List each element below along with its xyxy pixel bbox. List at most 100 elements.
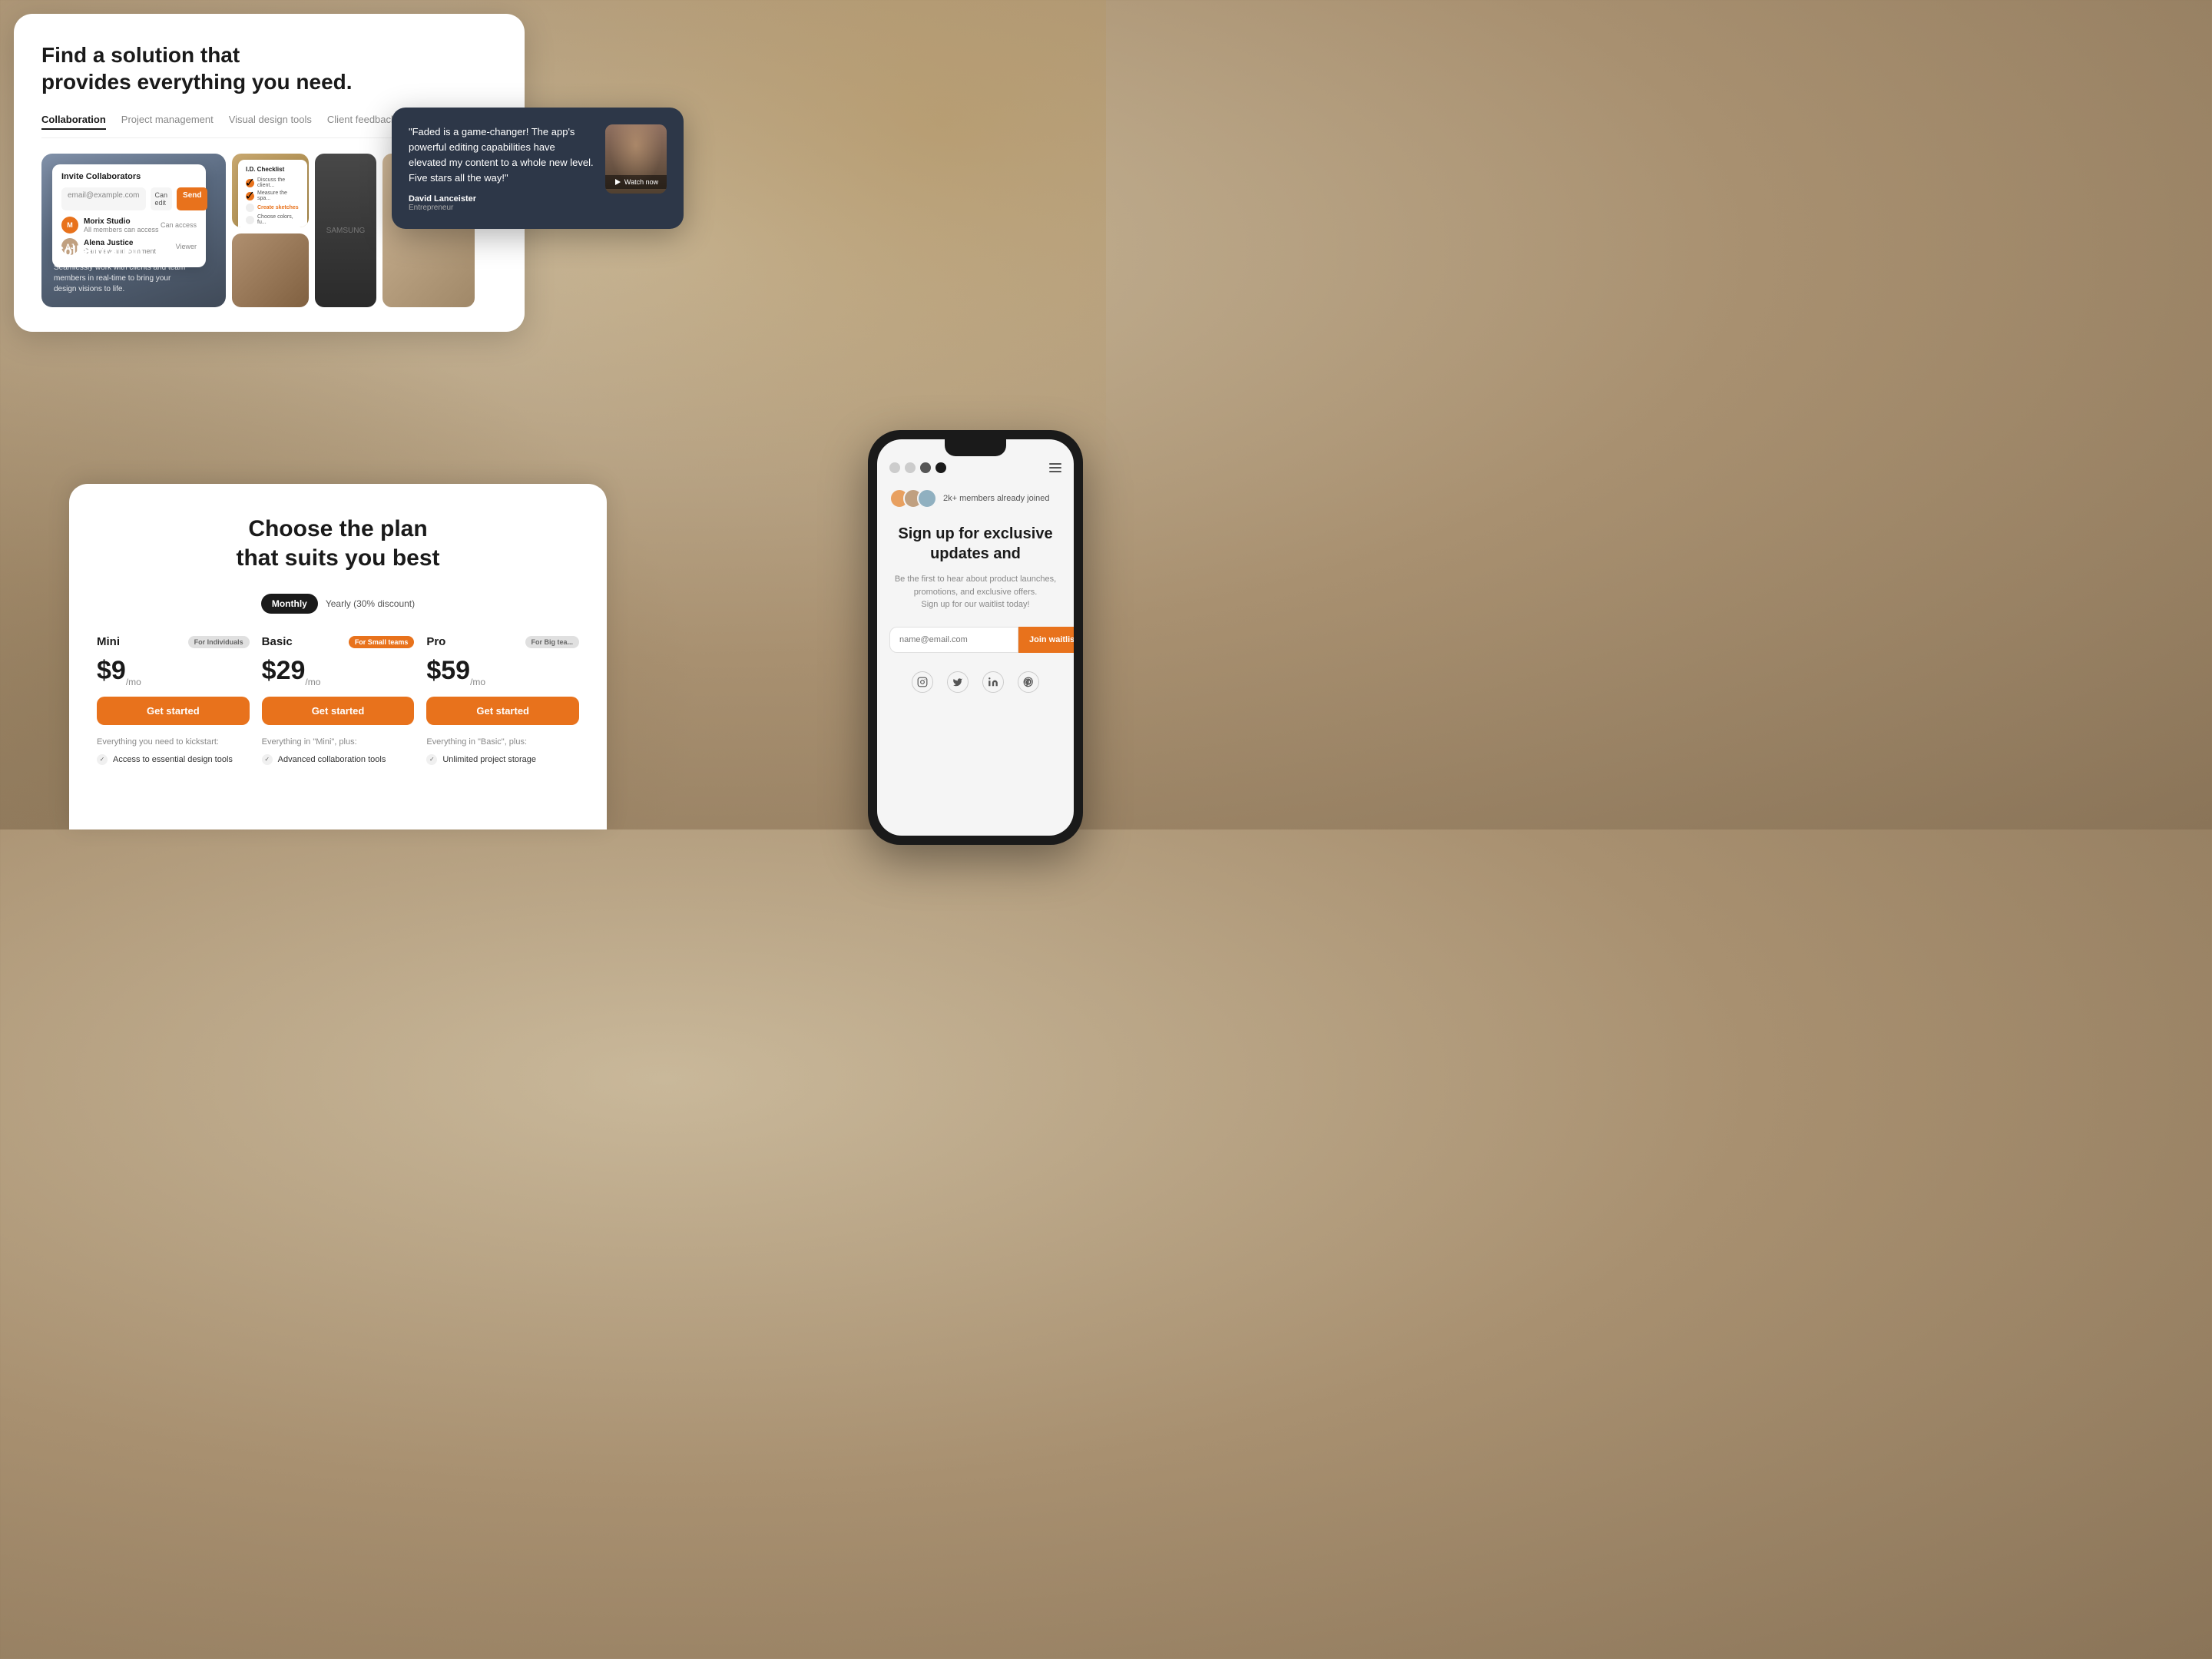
phone-heading: Sign up for exclusive updates and (898, 524, 1052, 564)
phone-screen: 2k+ members already joined Sign up for e… (877, 439, 1074, 836)
avatar-stack (889, 488, 937, 508)
pinterest-icon[interactable] (1018, 671, 1039, 693)
plan-basic-header: Basic For Small teams (262, 635, 415, 648)
morix-sub: All members can access (84, 226, 159, 233)
main-card-title: Find a solution that provides everything… (41, 41, 497, 95)
checklist-text-2: Measure the spa... (257, 190, 300, 201)
nav-dot-3 (920, 462, 931, 473)
plan-pro-features-title: Everything in "Basic", plus: (426, 737, 579, 747)
plan-pro-period: /mo (470, 677, 485, 687)
plan-mini-features-title: Everything you need to kickstart: (97, 737, 250, 747)
feature-check-icon: ✓ (97, 754, 108, 765)
social-links-row (912, 671, 1039, 693)
collab-permission-dropdown[interactable]: Can edit (151, 187, 173, 210)
phone-content: 2k+ members already joined Sign up for e… (877, 476, 1074, 836)
plan-basic-feature-1: ✓ Advanced collaboration tools (262, 754, 415, 765)
phone-join-button[interactable]: Join waitlist (1018, 627, 1074, 653)
plan-pro-badge: For Big tea... (525, 636, 580, 648)
plan-pro-feature-text: Unlimited project storage (442, 755, 536, 764)
author-title: Entrepreneur (409, 204, 594, 212)
plan-basic: Basic For Small teams $29/mo Get started… (262, 635, 415, 770)
second-small-image (232, 233, 309, 307)
collab-section-label: Collaboration Seamlessly work with clien… (54, 243, 192, 295)
plan-mini-feature-text: Access to essential design tools (113, 755, 233, 764)
morix-name: Morix Studio (84, 217, 159, 226)
checklist-image: I.D. Checklist ✓ Discuss the client... ✓… (232, 154, 309, 227)
watch-now-button[interactable]: Watch now (605, 175, 667, 189)
billing-toggle: Monthly Yearly (30% discount) (97, 594, 579, 614)
checklist-item-1: ✓ Discuss the client... (246, 177, 300, 188)
members-group: 2k+ members already joined (889, 488, 1050, 508)
plan-mini-cta[interactable]: Get started (97, 697, 250, 725)
collab-input-row: email@example.com Can edit Send (61, 187, 197, 210)
nav-dot-2 (905, 462, 916, 473)
check-icon-1: ✓ (246, 179, 254, 187)
plan-basic-cta[interactable]: Get started (262, 697, 415, 725)
check-icon-4 (246, 216, 254, 224)
plan-mini-price: $9/mo (97, 656, 250, 687)
yearly-toggle[interactable]: Yearly (30% discount) (326, 598, 415, 609)
plan-pro: Pro For Big tea... $59/mo Get started Ev… (426, 635, 579, 770)
plan-pro-feature-1: ✓ Unlimited project storage (426, 754, 579, 765)
checklist-text-1: Discuss the client... (257, 177, 300, 188)
tab-visual-design[interactable]: Visual design tools (229, 114, 312, 130)
member-avatar-3 (917, 488, 937, 508)
plan-mini-amount: $9 (97, 656, 126, 685)
checklist-overlay: I.D. Checklist ✓ Discuss the client... ✓… (238, 160, 307, 227)
plan-basic-badge: For Small teams (349, 636, 415, 648)
testimonial-author: David Lanceister Entrepreneur (409, 194, 594, 212)
plan-pro-price: $59/mo (426, 656, 579, 687)
author-name: David Lanceister (409, 194, 594, 204)
testimonial-card: "Faded is a game-changer! The app's powe… (392, 108, 684, 229)
feature-check-icon-basic: ✓ (262, 754, 273, 765)
plan-basic-period: /mo (305, 677, 320, 687)
phone-notch (945, 439, 1006, 456)
ham-line-3 (1049, 471, 1061, 472)
plan-pro-amount: $59 (426, 656, 470, 685)
checklist-text-4: Choose colors, fu... (257, 214, 300, 225)
collab-email-input[interactable]: email@example.com (61, 187, 146, 210)
plan-mini-period: /mo (126, 677, 141, 687)
checklist-text-3: Create sketches (257, 205, 299, 210)
plan-mini-badge: For Individuals (188, 636, 250, 648)
plan-basic-features-title: Everything in "Mini", plus: (262, 737, 415, 747)
ham-line-2 (1049, 467, 1061, 469)
watch-now-label: Watch now (624, 178, 658, 186)
small-images-col: I.D. Checklist ✓ Discuss the client... ✓… (232, 154, 309, 307)
collab-label-desc: Seamlessly work with clients and team me… (54, 263, 192, 295)
collab-overlay-title: Invite Collaborators (61, 172, 197, 181)
plan-pro-header: Pro For Big tea... (426, 635, 579, 648)
plan-mini-name: Mini (97, 635, 120, 648)
plan-mini-feature-1: ✓ Access to essential design tools (97, 754, 250, 765)
phone-nav (877, 456, 1074, 476)
tab-collaboration[interactable]: Collaboration (41, 114, 106, 130)
collaboration-main-image: Invite Collaborators email@example.com C… (41, 154, 226, 307)
testimonial-quote: "Faded is a game-changer! The app's powe… (409, 124, 594, 187)
tab-client-feedback[interactable]: Client feedback (327, 114, 396, 130)
plan-pro-name: Pro (426, 635, 445, 648)
morix-avatar: M (61, 217, 78, 233)
pricing-title: Choose the plan that suits you best (97, 515, 579, 572)
monthly-toggle[interactable]: Monthly (261, 594, 318, 614)
phone-email-input[interactable] (889, 627, 1018, 653)
tab-project-management[interactable]: Project management (121, 114, 214, 130)
testimonial-video-thumbnail[interactable]: Watch now (605, 124, 667, 194)
collab-user-morix: M Morix Studio All members can access Ca… (61, 217, 197, 233)
nav-dot-1 (889, 462, 900, 473)
plan-pro-cta[interactable]: Get started (426, 697, 579, 725)
feature-check-icon-pro: ✓ (426, 754, 437, 765)
collab-label-title: Collaboration (54, 243, 192, 260)
play-icon (614, 178, 621, 186)
hamburger-menu[interactable] (1049, 463, 1061, 472)
linkedin-icon[interactable] (982, 671, 1004, 693)
checklist-item-2: ✓ Measure the spa... (246, 190, 300, 201)
plan-basic-amount: $29 (262, 656, 306, 685)
phone-mockup: 2k+ members already joined Sign up for e… (868, 430, 1083, 845)
pricing-card: Choose the plan that suits you best Mont… (69, 484, 607, 830)
collab-send-button[interactable]: Send (177, 187, 207, 210)
phone-subtext: Be the first to hear about product launc… (895, 573, 1056, 611)
twitter-icon[interactable] (947, 671, 969, 693)
nav-dot-4 (935, 462, 946, 473)
instagram-icon[interactable] (912, 671, 933, 693)
plan-basic-name: Basic (262, 635, 293, 648)
